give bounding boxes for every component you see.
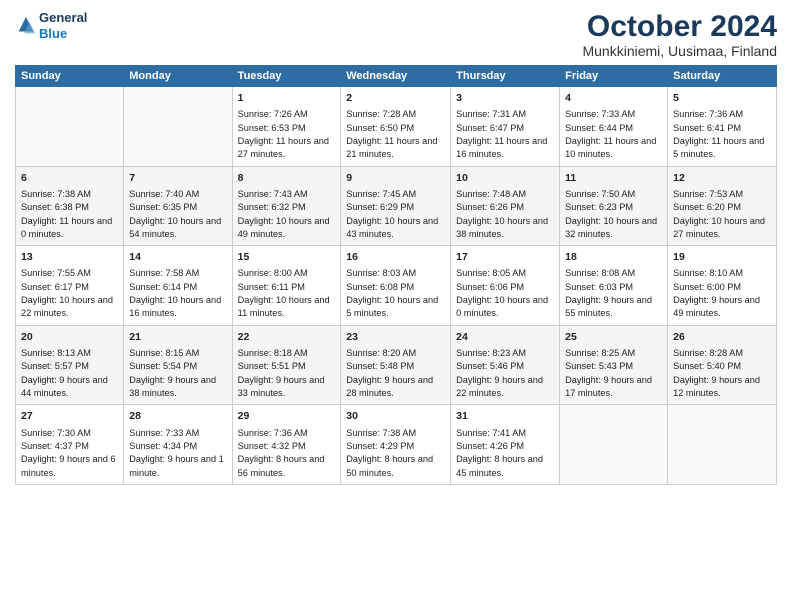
calendar-cell: 25Sunrise: 8:25 AMSunset: 5:43 PMDayligh… <box>560 325 668 405</box>
day-number: 9 <box>346 171 445 186</box>
calendar-cell <box>16 87 124 167</box>
day-number: 26 <box>673 330 771 345</box>
calendar-cell: 1Sunrise: 7:26 AMSunset: 6:53 PMDaylight… <box>232 87 341 167</box>
calendar-cell: 11Sunrise: 7:50 AMSunset: 6:23 PMDayligh… <box>560 166 668 246</box>
day-number: 18 <box>565 250 662 265</box>
main-title: October 2024 <box>582 10 777 43</box>
calendar-cell <box>124 87 232 167</box>
day-number: 7 <box>129 171 226 186</box>
calendar-cell: 6Sunrise: 7:38 AMSunset: 6:38 PMDaylight… <box>16 166 124 246</box>
day-number: 15 <box>238 250 336 265</box>
day-number: 21 <box>129 330 226 345</box>
day-number: 28 <box>129 409 226 424</box>
day-number: 25 <box>565 330 662 345</box>
logo: General Blue <box>15 10 87 41</box>
day-number: 3 <box>456 91 554 106</box>
calendar-cell <box>560 405 668 485</box>
calendar-cell: 27Sunrise: 7:30 AMSunset: 4:37 PMDayligh… <box>16 405 124 485</box>
weekday-header: Friday <box>560 66 668 87</box>
calendar-cell: 9Sunrise: 7:45 AMSunset: 6:29 PMDaylight… <box>341 166 451 246</box>
calendar-cell: 21Sunrise: 8:15 AMSunset: 5:54 PMDayligh… <box>124 325 232 405</box>
weekday-header: Sunday <box>16 66 124 87</box>
day-number: 4 <box>565 91 662 106</box>
calendar-cell: 12Sunrise: 7:53 AMSunset: 6:20 PMDayligh… <box>668 166 777 246</box>
day-number: 6 <box>21 171 118 186</box>
weekday-header: Wednesday <box>341 66 451 87</box>
calendar-cell: 29Sunrise: 7:36 AMSunset: 4:32 PMDayligh… <box>232 405 341 485</box>
logo-icon <box>15 15 37 37</box>
day-number: 13 <box>21 250 118 265</box>
day-number: 8 <box>238 171 336 186</box>
calendar-cell: 10Sunrise: 7:48 AMSunset: 6:26 PMDayligh… <box>451 166 560 246</box>
calendar-cell: 4Sunrise: 7:33 AMSunset: 6:44 PMDaylight… <box>560 87 668 167</box>
weekday-header: Tuesday <box>232 66 341 87</box>
day-number: 5 <box>673 91 771 106</box>
calendar-cell: 31Sunrise: 7:41 AMSunset: 4:26 PMDayligh… <box>451 405 560 485</box>
day-number: 22 <box>238 330 336 345</box>
calendar-week-row: 27Sunrise: 7:30 AMSunset: 4:37 PMDayligh… <box>16 405 777 485</box>
calendar-cell <box>668 405 777 485</box>
calendar-cell: 22Sunrise: 8:18 AMSunset: 5:51 PMDayligh… <box>232 325 341 405</box>
calendar-week-row: 20Sunrise: 8:13 AMSunset: 5:57 PMDayligh… <box>16 325 777 405</box>
calendar-cell: 19Sunrise: 8:10 AMSunset: 6:00 PMDayligh… <box>668 246 777 326</box>
calendar-cell: 17Sunrise: 8:05 AMSunset: 6:06 PMDayligh… <box>451 246 560 326</box>
page-header: General Blue October 2024 Munkkiniemi, U… <box>15 10 777 59</box>
day-number: 27 <box>21 409 118 424</box>
weekday-header: Saturday <box>668 66 777 87</box>
calendar-cell: 16Sunrise: 8:03 AMSunset: 6:08 PMDayligh… <box>341 246 451 326</box>
day-number: 29 <box>238 409 336 424</box>
calendar-cell: 28Sunrise: 7:33 AMSunset: 4:34 PMDayligh… <box>124 405 232 485</box>
calendar-cell: 2Sunrise: 7:28 AMSunset: 6:50 PMDaylight… <box>341 87 451 167</box>
day-number: 11 <box>565 171 662 186</box>
calendar-week-row: 13Sunrise: 7:55 AMSunset: 6:17 PMDayligh… <box>16 246 777 326</box>
calendar-cell: 24Sunrise: 8:23 AMSunset: 5:46 PMDayligh… <box>451 325 560 405</box>
calendar-cell: 7Sunrise: 7:40 AMSunset: 6:35 PMDaylight… <box>124 166 232 246</box>
day-number: 31 <box>456 409 554 424</box>
calendar-cell: 23Sunrise: 8:20 AMSunset: 5:48 PMDayligh… <box>341 325 451 405</box>
calendar-week-row: 6Sunrise: 7:38 AMSunset: 6:38 PMDaylight… <box>16 166 777 246</box>
day-number: 30 <box>346 409 445 424</box>
calendar-cell: 20Sunrise: 8:13 AMSunset: 5:57 PMDayligh… <box>16 325 124 405</box>
day-number: 19 <box>673 250 771 265</box>
title-block: October 2024 Munkkiniemi, Uusimaa, Finla… <box>582 10 777 59</box>
calendar-cell: 13Sunrise: 7:55 AMSunset: 6:17 PMDayligh… <box>16 246 124 326</box>
logo-text: General Blue <box>39 10 87 41</box>
calendar-week-row: 1Sunrise: 7:26 AMSunset: 6:53 PMDaylight… <box>16 87 777 167</box>
subtitle: Munkkiniemi, Uusimaa, Finland <box>582 43 777 59</box>
calendar-cell: 18Sunrise: 8:08 AMSunset: 6:03 PMDayligh… <box>560 246 668 326</box>
calendar-table: SundayMondayTuesdayWednesdayThursdayFrid… <box>15 65 777 485</box>
calendar-cell: 3Sunrise: 7:31 AMSunset: 6:47 PMDaylight… <box>451 87 560 167</box>
day-number: 1 <box>238 91 336 106</box>
day-number: 24 <box>456 330 554 345</box>
calendar-header-row: SundayMondayTuesdayWednesdayThursdayFrid… <box>16 66 777 87</box>
calendar-cell: 15Sunrise: 8:00 AMSunset: 6:11 PMDayligh… <box>232 246 341 326</box>
day-number: 16 <box>346 250 445 265</box>
calendar-cell: 30Sunrise: 7:38 AMSunset: 4:29 PMDayligh… <box>341 405 451 485</box>
day-number: 20 <box>21 330 118 345</box>
calendar-cell: 14Sunrise: 7:58 AMSunset: 6:14 PMDayligh… <box>124 246 232 326</box>
calendar-cell: 26Sunrise: 8:28 AMSunset: 5:40 PMDayligh… <box>668 325 777 405</box>
day-number: 10 <box>456 171 554 186</box>
day-number: 12 <box>673 171 771 186</box>
day-number: 17 <box>456 250 554 265</box>
calendar-cell: 5Sunrise: 7:36 AMSunset: 6:41 PMDaylight… <box>668 87 777 167</box>
day-number: 2 <box>346 91 445 106</box>
weekday-header: Monday <box>124 66 232 87</box>
day-number: 23 <box>346 330 445 345</box>
weekday-header: Thursday <box>451 66 560 87</box>
calendar-cell: 8Sunrise: 7:43 AMSunset: 6:32 PMDaylight… <box>232 166 341 246</box>
day-number: 14 <box>129 250 226 265</box>
